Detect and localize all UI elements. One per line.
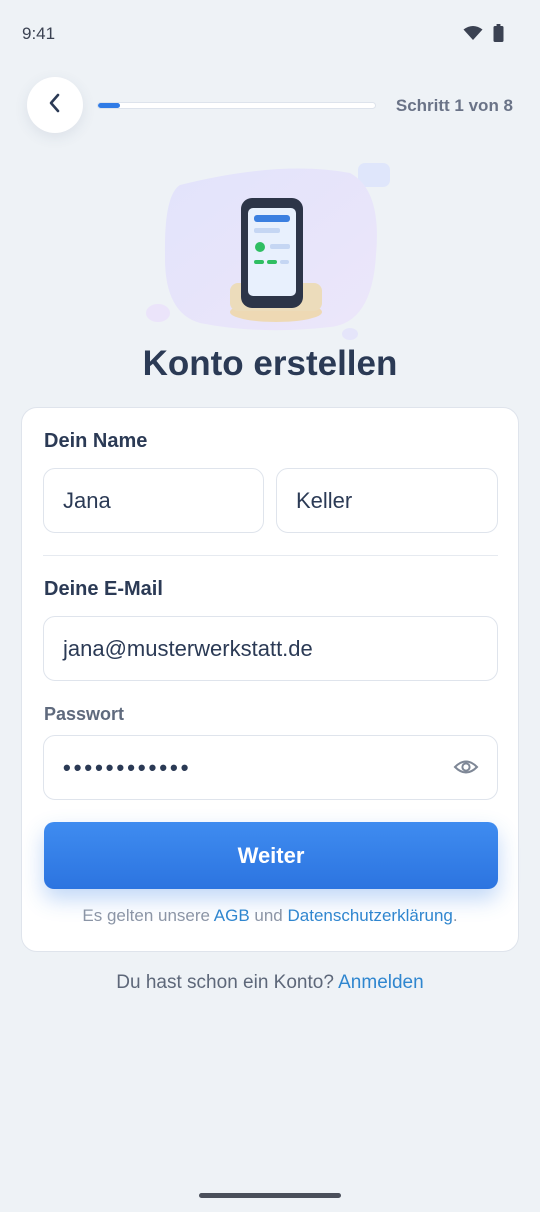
step-progress-fill — [98, 103, 121, 108]
status-icons — [463, 24, 504, 47]
status-bar: 9:41 — [0, 0, 540, 68]
chevron-left-icon — [46, 92, 64, 119]
password-label: Passwort — [44, 704, 125, 724]
email-input[interactable]: jana@musterwerkstatt.de — [43, 616, 498, 681]
terms-text: Es gelten unsere AGB und Datenschutzerkl… — [22, 906, 518, 926]
terms-middle: und — [249, 906, 288, 925]
step-label: Schritt 1 von 8 — [395, 96, 513, 115]
email-label: Deine E-Mail — [44, 578, 163, 600]
signup-form-card: Dein Name Jana Keller Deine E-Mail jana@… — [21, 407, 519, 952]
signin-prompt-text: Du hast schon ein Konto? — [116, 972, 339, 993]
terms-prefix: Es gelten unsere — [82, 906, 214, 925]
status-time: 9:41 — [22, 24, 56, 43]
last-name-input[interactable]: Keller — [276, 468, 498, 533]
step-progress-bar — [97, 102, 376, 109]
terms-suffix: . — [452, 906, 458, 925]
home-indicator[interactable] — [199, 1193, 341, 1198]
password-masked-value: •••••••••••• — [63, 754, 192, 780]
signin-prompt: Du hast schon ein Konto? Anmelden — [0, 972, 540, 994]
terms-link[interactable]: AGB — [214, 906, 250, 925]
divider — [43, 555, 498, 556]
back-button[interactable] — [27, 77, 83, 133]
password-input[interactable]: •••••••••••• — [43, 735, 498, 800]
signin-link[interactable]: Anmelden — [338, 972, 424, 993]
continue-button[interactable]: Weiter — [44, 822, 498, 889]
wifi-icon — [463, 25, 483, 46]
eye-icon[interactable] — [453, 756, 479, 784]
battery-icon — [493, 24, 504, 47]
account-illustration — [140, 155, 400, 345]
privacy-link[interactable]: Datenschutzerklärung — [287, 906, 452, 925]
name-label: Dein Name — [44, 430, 148, 452]
first-name-input[interactable]: Jana — [43, 468, 264, 533]
page-title: Konto erstellen — [142, 344, 398, 383]
